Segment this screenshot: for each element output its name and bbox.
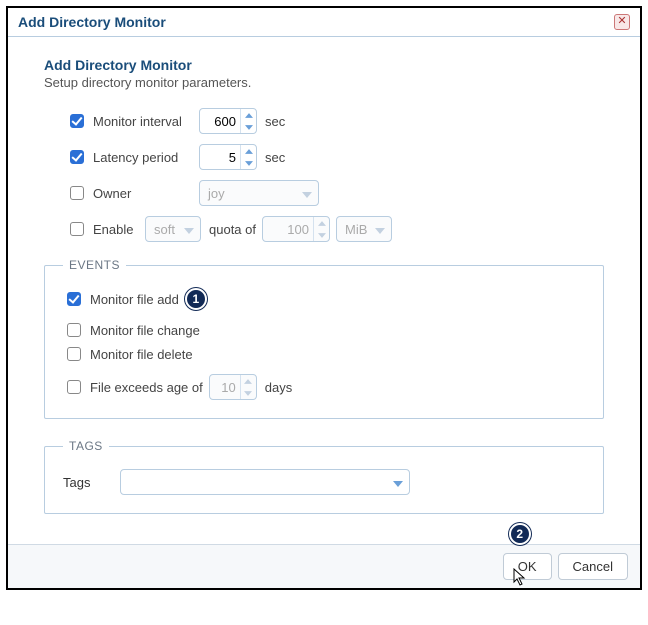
spinner-down-icon[interactable]	[241, 121, 256, 133]
spinner-down-icon[interactable]	[241, 157, 256, 169]
spinner-up-icon[interactable]	[241, 375, 256, 387]
latency-period-label: Latency period	[93, 150, 193, 165]
owner-checkbox[interactable]	[70, 186, 84, 200]
quota-amount-spinner[interactable]	[262, 216, 330, 242]
file-age-input[interactable]	[210, 375, 240, 399]
events-fieldset: EVENTS Monitor file add 1 Monitor file c…	[44, 258, 604, 419]
window-title: Add Directory Monitor	[18, 14, 166, 30]
latency-period-spinner[interactable]	[199, 144, 257, 170]
quota-unit-value: MiB	[345, 222, 367, 237]
enable-label: Enable	[93, 222, 139, 237]
spinner-up-icon[interactable]	[241, 145, 256, 157]
file-delete-checkbox[interactable]	[67, 347, 81, 361]
tags-label: Tags	[63, 475, 90, 490]
ok-button[interactable]: OK	[503, 553, 552, 580]
button-bar: 2 OK Cancel	[8, 544, 640, 588]
quota-of-label: quota of	[209, 222, 256, 237]
spinner-down-icon[interactable]	[314, 229, 329, 241]
file-add-checkbox[interactable]	[67, 292, 81, 306]
chevron-down-icon	[393, 475, 403, 490]
chevron-down-icon	[302, 186, 312, 201]
cancel-button[interactable]: Cancel	[558, 553, 628, 580]
spinner-down-icon[interactable]	[241, 387, 256, 399]
monitor-interval-unit: sec	[265, 114, 285, 129]
quota-mode-value: soft	[154, 222, 175, 237]
row-file-delete: Monitor file delete	[63, 344, 585, 364]
file-age-spinner[interactable]	[209, 374, 257, 400]
events-legend: EVENTS	[63, 258, 126, 272]
latency-period-checkbox[interactable]	[70, 150, 84, 164]
file-age-unit: days	[265, 380, 292, 395]
monitor-interval-spinner[interactable]	[199, 108, 257, 134]
dialog-body: Add Directory Monitor Setup directory mo…	[8, 37, 640, 544]
tags-fieldset: TAGS Tags	[44, 439, 604, 514]
monitor-interval-input[interactable]	[200, 109, 240, 133]
section-title: Add Directory Monitor	[44, 57, 604, 73]
latency-period-input[interactable]	[200, 145, 240, 169]
file-delete-label: Monitor file delete	[90, 347, 193, 362]
file-age-label: File exceeds age of	[90, 380, 203, 395]
annotation-badge-2: 2	[509, 523, 531, 545]
tags-select[interactable]	[120, 469, 410, 495]
latency-period-unit: sec	[265, 150, 285, 165]
spinner-up-icon[interactable]	[314, 217, 329, 229]
row-tags: Tags	[63, 469, 585, 495]
file-change-checkbox[interactable]	[67, 323, 81, 337]
spinner-up-icon[interactable]	[241, 109, 256, 121]
ok-button-wrap: 2 OK	[503, 553, 552, 580]
chevron-down-icon	[375, 222, 385, 237]
ok-button-label: OK	[518, 559, 537, 574]
params-group: Monitor interval sec Latency period	[44, 108, 604, 242]
row-owner: Owner joy	[66, 180, 604, 206]
titlebar: Add Directory Monitor ✕	[8, 8, 640, 37]
close-icon[interactable]: ✕	[614, 14, 630, 30]
section-subtitle: Setup directory monitor parameters.	[44, 75, 604, 90]
file-change-label: Monitor file change	[90, 323, 200, 338]
owner-select-value: joy	[208, 186, 225, 201]
monitor-interval-label: Monitor interval	[93, 114, 193, 129]
tags-legend: TAGS	[63, 439, 109, 453]
row-latency-period: Latency period sec	[66, 144, 604, 170]
owner-label: Owner	[93, 186, 193, 201]
row-file-age: File exceeds age of days	[63, 374, 585, 400]
annotation-badge-1: 1	[185, 288, 207, 310]
enable-checkbox[interactable]	[70, 222, 84, 236]
quota-unit-select[interactable]: MiB	[336, 216, 392, 242]
monitor-interval-checkbox[interactable]	[70, 114, 84, 128]
dialog-window: Add Directory Monitor ✕ Add Directory Mo…	[6, 6, 642, 590]
quota-mode-select[interactable]: soft	[145, 216, 201, 242]
row-monitor-interval: Monitor interval sec	[66, 108, 604, 134]
quota-amount-input[interactable]	[263, 217, 313, 241]
file-add-label: Monitor file add	[90, 292, 179, 307]
owner-select[interactable]: joy	[199, 180, 319, 206]
file-age-checkbox[interactable]	[67, 380, 81, 394]
row-file-add: Monitor file add 1	[63, 288, 585, 310]
chevron-down-icon	[184, 222, 194, 237]
row-file-change: Monitor file change	[63, 320, 585, 340]
row-enable-quota: Enable soft quota of MiB	[66, 216, 604, 242]
